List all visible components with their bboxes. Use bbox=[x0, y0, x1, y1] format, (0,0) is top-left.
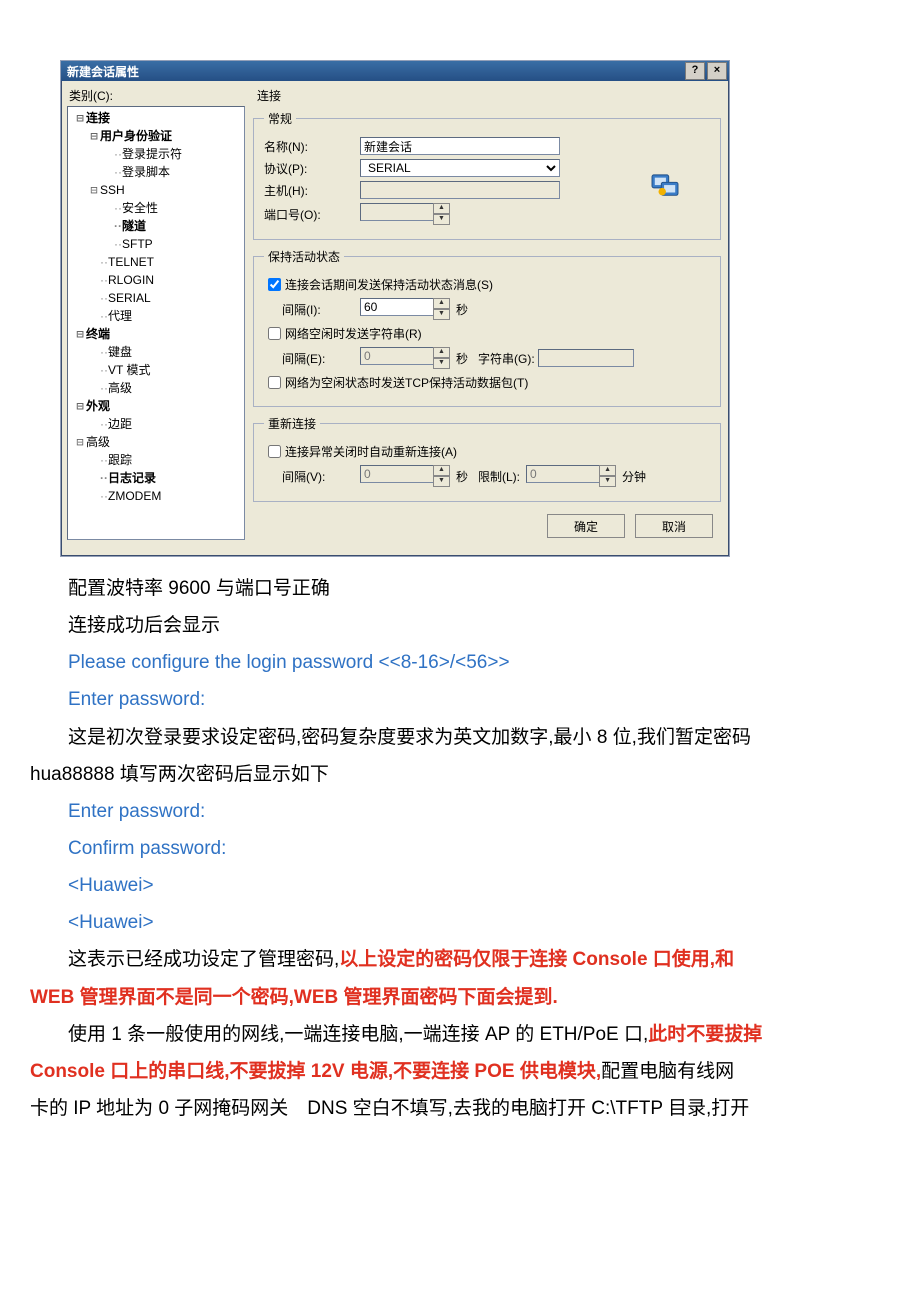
tree-item[interactable]: ··SERIAL bbox=[74, 289, 242, 307]
doc-line: 配置波特率 9600 与端口号正确 bbox=[30, 571, 890, 606]
tree-item[interactable]: ··代理 bbox=[74, 307, 242, 325]
cancel-button[interactable]: 取消 bbox=[635, 514, 713, 538]
tcp-keepalive-checkbox[interactable] bbox=[268, 376, 281, 389]
interval1-spinner[interactable]: ▲▼ bbox=[433, 298, 450, 320]
device-icon bbox=[650, 173, 680, 199]
reconnect-group: 重新连接 连接异常关闭时自动重新连接(A) 间隔(V): ▲▼ 秒 限制(L): bbox=[253, 415, 721, 502]
tree-item[interactable]: ··VT 模式 bbox=[74, 361, 242, 379]
tree-item[interactable]: ⊟终端 bbox=[74, 325, 242, 343]
keepalive-label: 连接会话期间发送保持活动状态消息(S) bbox=[285, 276, 493, 293]
reconnect-interval-label: 间隔(V): bbox=[282, 468, 360, 485]
host-label: 主机(H): bbox=[264, 182, 360, 199]
doc-line: hua88888 填写两次密码后显示如下 bbox=[30, 757, 890, 792]
doc-line: <Huawei> bbox=[30, 868, 890, 903]
tree-item[interactable]: ··键盘 bbox=[74, 343, 242, 361]
doc-line: WEB 管理界面不是同一个密码,WEB 管理界面密码下面会提到. bbox=[30, 980, 890, 1015]
limit-input[interactable] bbox=[526, 465, 600, 483]
name-input[interactable] bbox=[360, 137, 560, 155]
sec-unit-3: 秒 bbox=[456, 468, 468, 485]
panel-title: 连接 bbox=[253, 85, 721, 110]
general-group: 常规 名称(N): 协议(P): bbox=[253, 110, 721, 240]
doc-line: 连接成功后会显示 bbox=[30, 608, 890, 643]
tree-item[interactable]: ··边距 bbox=[74, 415, 242, 433]
help-button[interactable]: ? bbox=[685, 62, 705, 80]
doc-line: <Huawei> bbox=[30, 905, 890, 940]
tree-item[interactable]: ··RLOGIN bbox=[74, 271, 242, 289]
reconnect-interval-spinner[interactable]: ▲▼ bbox=[433, 465, 450, 487]
protocol-label: 协议(P): bbox=[264, 160, 360, 177]
string-label: 字符串(G): bbox=[478, 350, 538, 367]
doc-line: 这表示已经成功设定了管理密码,以上设定的密码仅限于连接 Console 口使用,… bbox=[30, 942, 890, 977]
category-tree[interactable]: ⊟连接⊟用户身份验证··登录提示符··登录脚本⊟SSH··安全性··隧道··SF… bbox=[67, 106, 245, 540]
close-button[interactable]: × bbox=[707, 62, 727, 80]
port-label: 端口号(O): bbox=[264, 206, 360, 223]
tree-item[interactable]: ⊟连接 bbox=[74, 109, 242, 127]
idle-string-label: 网络空闲时发送字符串(R) bbox=[285, 325, 422, 342]
interval2-label: 间隔(E): bbox=[282, 350, 360, 367]
doc-line: 使用 1 条一般使用的网线,一端连接电脑,一端连接 AP 的 ETH/PoE 口… bbox=[30, 1017, 890, 1052]
tree-item[interactable]: ⊟外观 bbox=[74, 397, 242, 415]
min-unit: 分钟 bbox=[622, 468, 646, 485]
keepalive-checkbox[interactable] bbox=[268, 278, 281, 291]
tree-item[interactable]: ··安全性 bbox=[74, 199, 242, 217]
doc-line: 这是初次登录要求设定密码,密码复杂度要求为英文加数字,最小 8 位,我们暂定密码 bbox=[30, 720, 890, 755]
limit-label: 限制(L): bbox=[478, 468, 520, 485]
tree-item[interactable]: ⊟SSH bbox=[74, 181, 242, 199]
dialog-title: 新建会话属性 bbox=[67, 63, 139, 80]
general-legend: 常规 bbox=[264, 110, 296, 127]
interval2-spinner[interactable]: ▲▼ bbox=[433, 347, 450, 369]
keepalive-group: 保持活动状态 连接会话期间发送保持活动状态消息(S) 间隔(I): ▲▼ 秒 bbox=[253, 248, 721, 407]
new-session-dialog: 新建会话属性 ? × 类别(C): ⊟连接⊟用户身份验证··登录提示符··登录脚… bbox=[60, 60, 730, 557]
interval2-input[interactable] bbox=[360, 347, 434, 365]
string-input[interactable] bbox=[538, 349, 634, 367]
doc-line: Console 口上的串口线,不要拔掉 12V 电源,不要连接 POE 供电模块… bbox=[30, 1054, 890, 1089]
tree-item[interactable]: ··隧道 bbox=[74, 217, 242, 235]
name-label: 名称(N): bbox=[264, 138, 360, 155]
idle-string-checkbox[interactable] bbox=[268, 327, 281, 340]
host-input[interactable] bbox=[360, 181, 560, 199]
tree-item[interactable]: ··跟踪 bbox=[74, 451, 242, 469]
tree-item[interactable]: ⊟用户身份验证 bbox=[74, 127, 242, 145]
port-input[interactable] bbox=[360, 203, 434, 221]
tree-item[interactable]: ··登录提示符 bbox=[74, 145, 242, 163]
ok-button[interactable]: 确定 bbox=[547, 514, 625, 538]
doc-line: 卡的 IP 地址为 0 子网掩码网关 DNS 空白不填写,去我的电脑打开 C:\… bbox=[30, 1091, 890, 1126]
doc-line: Confirm password: bbox=[30, 831, 890, 866]
reconnect-label: 连接异常关闭时自动重新连接(A) bbox=[285, 443, 457, 460]
tree-item[interactable]: ··SFTP bbox=[74, 235, 242, 253]
category-label: 类别(C): bbox=[69, 87, 245, 104]
reconnect-checkbox[interactable] bbox=[268, 445, 281, 458]
sec-unit-2: 秒 bbox=[456, 350, 468, 367]
tree-item[interactable]: ··日志记录 bbox=[74, 469, 242, 487]
tree-item[interactable]: ··登录脚本 bbox=[74, 163, 242, 181]
tcp-keepalive-label: 网络为空闲状态时发送TCP保持活动数据包(T) bbox=[285, 374, 528, 391]
doc-line: Enter password: bbox=[30, 682, 890, 717]
limit-spinner[interactable]: ▲▼ bbox=[599, 465, 616, 487]
protocol-select[interactable]: SERIAL bbox=[360, 159, 560, 177]
sec-unit-1: 秒 bbox=[456, 301, 468, 318]
tree-item[interactable]: ··高级 bbox=[74, 379, 242, 397]
port-spinner[interactable]: ▲▼ bbox=[433, 203, 450, 225]
titlebar: 新建会话属性 ? × bbox=[61, 61, 729, 81]
interval1-label: 间隔(I): bbox=[282, 301, 360, 318]
reconnect-legend: 重新连接 bbox=[264, 415, 320, 432]
document-body: 配置波特率 9600 与端口号正确 连接成功后会显示 Please config… bbox=[0, 557, 920, 1126]
doc-line: Please configure the login password <<8-… bbox=[30, 645, 890, 680]
reconnect-interval-input[interactable] bbox=[360, 465, 434, 483]
tree-item[interactable]: ··ZMODEM bbox=[74, 487, 242, 505]
keepalive-legend: 保持活动状态 bbox=[264, 248, 344, 265]
tree-item[interactable]: ⊟高级 bbox=[74, 433, 242, 451]
interval1-input[interactable] bbox=[360, 298, 434, 316]
doc-line: Enter password: bbox=[30, 794, 890, 829]
tree-item[interactable]: ··TELNET bbox=[74, 253, 242, 271]
